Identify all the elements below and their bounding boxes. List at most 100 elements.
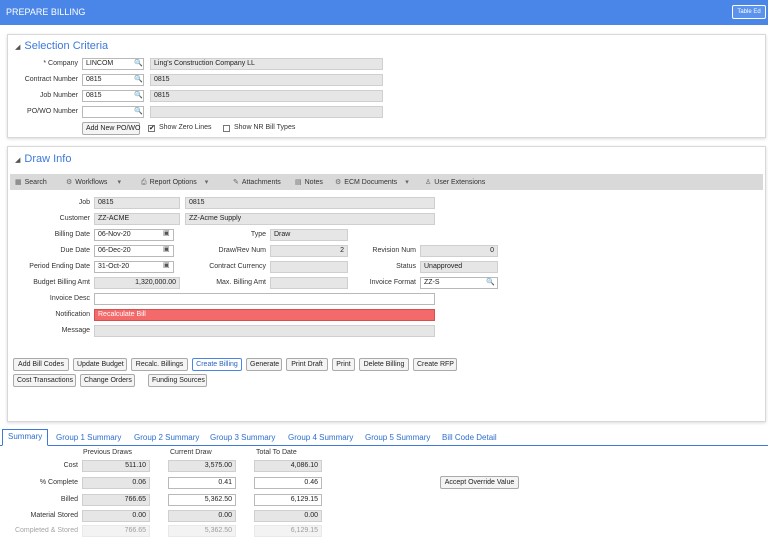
search-icon[interactable]: 🔍 [134,59,143,67]
contract-currency-label: Contract Currency [209,263,266,270]
ecm-icon: ⚙ [335,179,342,186]
completed-stored-total-field: 6,129.15 [254,525,322,537]
calendar-icon[interactable]: ▣ [163,245,170,253]
funding-sources-button[interactable]: Funding Sources [148,374,207,387]
company-label: * Company [43,60,78,67]
create-rfp-button[interactable]: Create RFP [413,358,457,371]
material-stored-label: Material Stored [30,512,78,519]
percent-complete-previous-field: 0.06 [82,477,150,489]
calendar-icon[interactable]: ▣ [163,261,170,269]
toolbar-report-options[interactable]: ⎙ Report Options ▾ [141,178,211,187]
percent-complete-total-input[interactable]: 0.46 [254,477,322,489]
billing-date-input[interactable]: 06-Nov-20 [94,229,174,241]
material-stored-current-field: 0.00 [168,510,236,522]
accept-override-value-button[interactable]: Accept Override Value [440,476,519,489]
show-nr-bill-types-label: Show NR Bill Types [234,124,296,131]
due-date-input[interactable]: 06-Dec-20 [94,245,174,257]
tab-summary[interactable]: Summary [2,429,49,446]
search-icon: ▦ [15,179,22,186]
recalc-billings-button[interactable]: Recalc. Billings [131,358,188,371]
job-field: 0815 [94,197,180,209]
create-billing-button[interactable]: Create Billing [192,358,242,371]
tab-group-2-summary[interactable]: Group 2 Summary [134,433,199,442]
customer-field: ZZ-ACME [94,213,180,225]
period-ending-date-label: Period Ending Date [29,263,90,270]
workflows-icon: ⚙ [66,179,73,186]
toolbar-ecm-documents[interactable]: ⚙ ECM Documents ▾ [335,178,412,186]
generate-button[interactable]: Generate [246,358,282,371]
completed-stored-label: Completed & Stored [14,527,78,534]
delete-billing-button[interactable]: Delete Billing [359,358,409,371]
billed-current-input[interactable]: 5,362.50 [168,494,236,506]
search-icon[interactable]: 🔍 [134,75,143,83]
draw-info-panel: ◢ Draw Info ▦ Search ⚙ Workflows ▾ ⎙ Report O… [7,146,766,422]
customer-label: Customer [59,215,90,222]
change-orders-button[interactable]: Change Orders [80,374,135,387]
table-edit-button[interactable]: Table Ed [732,5,766,19]
job-label: Job [78,199,90,206]
billing-date-label: Billing Date [54,231,90,238]
add-bill-codes-button[interactable]: Add Bill Codes [13,358,69,371]
billed-total-input[interactable]: 6,129.15 [254,494,322,506]
toolbar-attachments[interactable]: ✎ Attachments [233,178,281,186]
show-zero-lines-label: Show Zero Lines [159,124,212,131]
draw-info-header[interactable]: ◢ Draw Info [15,153,71,165]
summary-tab-bar: Summary Group 1 Summary Group 2 Summary … [0,429,768,446]
billed-previous-field: 766.65 [82,494,150,506]
tab-group-4-summary[interactable]: Group 4 Summary [288,433,353,442]
toolbar-search[interactable]: ▦ Search [15,178,47,186]
paperclip-icon: ✎ [233,179,239,186]
draw-toolbar: ▦ Search ⚙ Workflows ▾ ⎙ Report Options ▾ ✎ At… [10,174,763,190]
tab-bill-code-detail[interactable]: Bill Code Detail [442,433,497,442]
toolbar-user-extensions[interactable]: ♙ User Extensions [425,178,485,186]
percent-complete-current-input[interactable]: 0.41 [168,477,236,489]
selection-criteria-title: Selection Criteria [24,40,109,52]
cost-previous-field: 511.10 [82,460,150,472]
draw-info-title: Draw Info [24,153,72,165]
powo-number-label: PO/WO Number [27,108,78,115]
search-icon[interactable]: 🔍 [486,278,495,286]
status-label: Status [396,263,416,270]
job-desc-field: 0815 [185,197,435,209]
search-icon[interactable]: 🔍 [134,91,143,99]
due-date-label: Due Date [60,247,90,254]
chevron-down-icon: ▾ [117,179,121,186]
tab-group-1-summary[interactable]: Group 1 Summary [56,433,121,442]
cost-current-field: 3,575.00 [168,460,236,472]
show-zero-lines-checkbox[interactable]: ✔ [148,125,155,132]
customer-name-field: ZZ-Acme Supply [185,213,435,225]
chevron-down-icon: ▾ [204,179,209,186]
print-draft-button[interactable]: Print Draft [286,358,328,371]
notes-icon: ▤ [295,179,302,186]
contract-desc-field: 0815 [150,74,383,86]
contract-currency-field [270,261,348,273]
contract-number-label: Contract Number [24,76,78,83]
search-icon[interactable]: 🔍 [134,107,143,115]
print-button[interactable]: Print [332,358,355,371]
calendar-icon[interactable]: ▣ [163,229,170,237]
notification-field: Recalculate Bill [94,309,435,321]
draw-rev-num-label: Draw/Rev Num [218,247,266,254]
toolbar-notes[interactable]: ▤ Notes [295,178,323,186]
budget-billing-amt-field: 1,320,000.00 [94,277,180,289]
toolbar-workflows[interactable]: ⚙ Workflows ▾ [66,178,124,186]
material-stored-previous-field: 0.00 [82,510,150,522]
tab-group-5-summary[interactable]: Group 5 Summary [365,433,430,442]
update-budget-button[interactable]: Update Budget [73,358,127,371]
period-ending-date-input[interactable]: 31-Oct-20 [94,261,174,273]
selection-criteria-panel: ◢ Selection Criteria * Company LINCOM 🔍 L… [7,34,766,138]
tab-group-3-summary[interactable]: Group 3 Summary [210,433,275,442]
chevron-down-icon: ▾ [405,179,409,186]
add-new-powo-button[interactable]: Add New PO/WO [82,122,140,135]
cost-transactions-button[interactable]: Cost Transactions [13,374,76,387]
job-number-label: Job Number [39,92,78,99]
show-nr-bill-types-checkbox[interactable] [223,125,230,132]
status-field: Unapproved [420,261,498,273]
invoice-desc-input[interactable] [94,293,435,305]
cost-total-field: 4,086.10 [254,460,322,472]
selection-criteria-header[interactable]: ◢ Selection Criteria [15,40,108,52]
completed-stored-current-field: 5,362.50 [168,525,236,537]
billed-label: Billed [60,496,78,503]
job-desc-field: 0815 [150,90,383,102]
printer-icon: ⎙ [141,179,147,186]
